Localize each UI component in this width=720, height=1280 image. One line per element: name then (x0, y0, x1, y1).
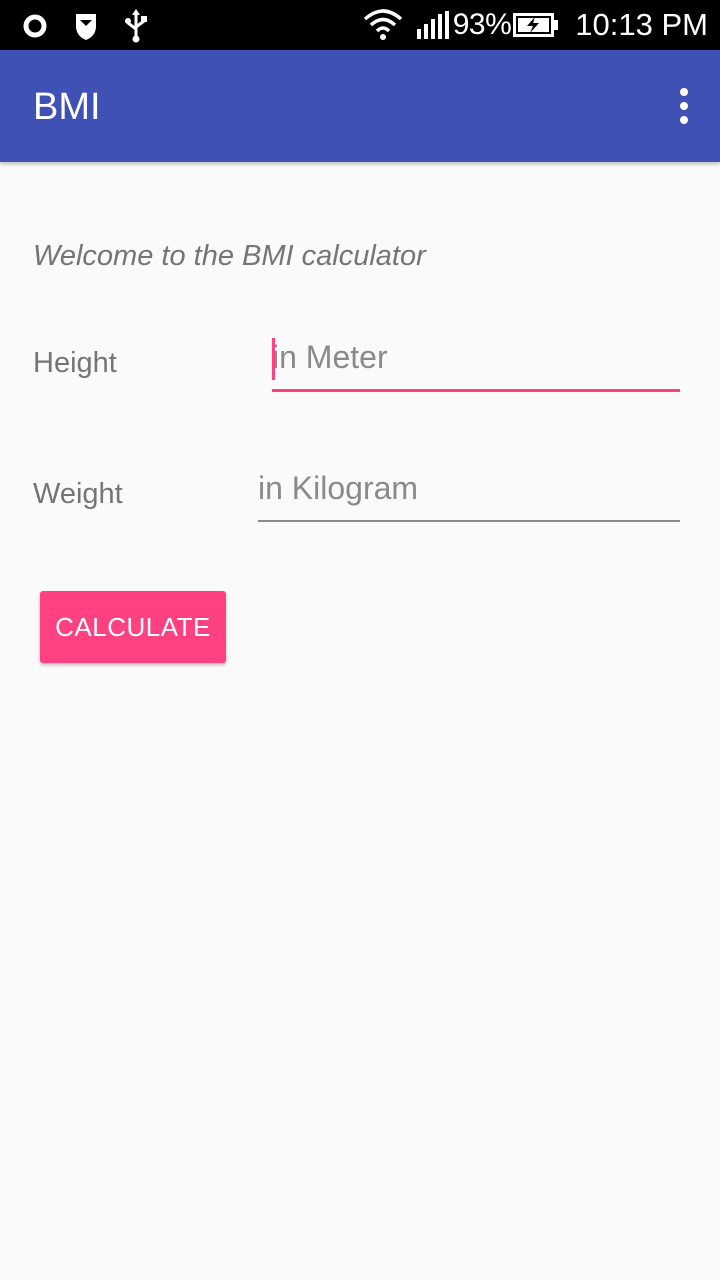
overflow-dot (680, 102, 688, 110)
status-bar: 93% 10:13 PM (0, 0, 720, 50)
welcome-text: Welcome to the BMI calculator (33, 240, 426, 272)
height-label: Height (33, 347, 117, 379)
weight-label: Weight (33, 478, 123, 510)
app-title: BMI (33, 86, 101, 128)
signal-icon (416, 11, 449, 39)
battery-percent: 93% (452, 8, 512, 41)
battery-charging-icon (513, 13, 559, 37)
height-input[interactable] (272, 332, 680, 389)
usb-icon (125, 9, 147, 43)
height-field-container (272, 332, 680, 392)
status-right-icons: 93% 10:13 PM (363, 0, 708, 50)
clock: 10:13 PM (575, 7, 708, 42)
overflow-dot (680, 116, 688, 124)
text-cursor (272, 338, 275, 380)
shield-icon (76, 14, 96, 40)
overflow-dot (680, 88, 688, 96)
weight-field-container (258, 462, 680, 522)
weight-input[interactable] (258, 462, 680, 520)
status-left-icons (22, 9, 148, 43)
wifi-icon (363, 9, 402, 40)
circle-notification-icon (23, 14, 47, 38)
overflow-menu-icon[interactable] (676, 88, 692, 124)
app-bar: BMI (0, 50, 720, 162)
calculate-button[interactable]: CALCULATE (40, 591, 226, 663)
